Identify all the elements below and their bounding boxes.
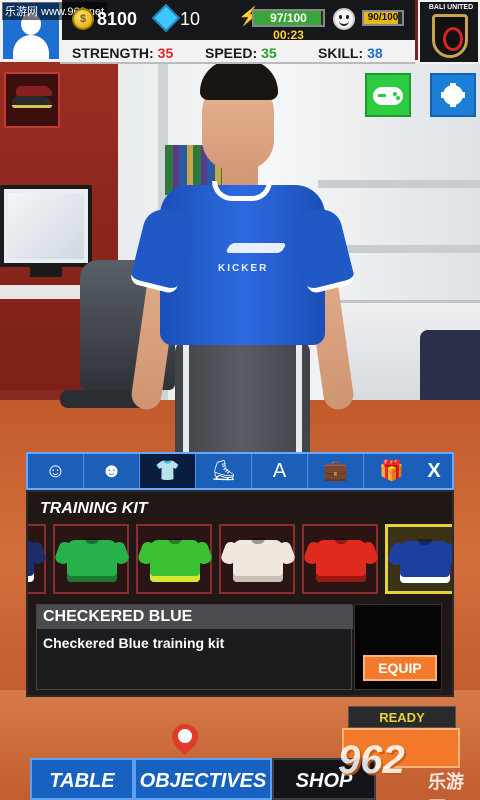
kit-name: CHECKERED BLUE (37, 605, 353, 629)
kit-item[interactable] (219, 524, 295, 594)
kit-section-title: TRAINING KIT (40, 500, 148, 517)
beard-face-icon: ☻ (100, 460, 123, 482)
kit-item[interactable] (53, 524, 129, 594)
briefcase-icon: 💼 (323, 460, 348, 482)
avatar-body-icon (13, 35, 49, 59)
corner-watermark: 962 乐游网 (338, 738, 480, 800)
boot-icon (16, 86, 52, 96)
boots-button[interactable] (4, 72, 60, 128)
watermark-number: 962 (338, 738, 405, 782)
kit-item[interactable] (302, 524, 378, 594)
tab-accessories[interactable]: 💼 (308, 454, 364, 488)
kit-description: Checkered Blue training kit (43, 635, 225, 651)
club-name: BALI UNITED (428, 4, 474, 11)
equip-button[interactable]: EQUIP (363, 655, 437, 681)
boot-icon (12, 96, 52, 108)
equip-area: EQUIP (354, 604, 442, 690)
tab-shirt[interactable]: 👕 (140, 454, 196, 488)
stat-label: SPEED: (205, 45, 258, 61)
kit-carousel[interactable] (28, 524, 452, 594)
mood-smile-icon (333, 8, 355, 30)
shirt-logo-icon (225, 243, 287, 253)
coin-icon: $ (72, 8, 94, 30)
pants-stripe (296, 340, 302, 470)
club-crest-icon (432, 14, 468, 58)
jersey-icon (316, 540, 366, 582)
kit-panel: TRAINING KIT CHECKERED BLUE Checkered Bl… (26, 490, 454, 697)
stat-value: 38 (367, 45, 383, 61)
jersey-icon (233, 540, 283, 582)
jersey-icon (67, 540, 117, 582)
jersey-icon (28, 540, 34, 582)
close-button[interactable]: X (416, 454, 452, 488)
jersey-icon (400, 541, 450, 583)
player-character: KICKER (129, 60, 356, 470)
stat-label: STRENGTH: (72, 45, 154, 61)
pants-stripe (183, 340, 189, 470)
pants-icon: A (272, 460, 287, 482)
customization-panel: ☺ ☻ 👕 ⛸ A 💼 🎁 X TRAINING KIT CHECKERED B… (26, 452, 454, 697)
jersey-icon (150, 540, 200, 582)
boot-icon: ⛸ (210, 460, 237, 482)
category-tabs: ☺ ☻ 👕 ⛸ A 💼 🎁 X (26, 452, 454, 490)
gem-count: 10 (180, 9, 201, 29)
mood-bar: 90/100 (362, 10, 404, 26)
tab-kit-bag[interactable]: 🎁 (364, 454, 420, 488)
kit-item[interactable] (136, 524, 212, 594)
stat-label: SKILL: (318, 45, 364, 61)
player-hair (200, 60, 278, 100)
location-pin-icon (166, 718, 204, 756)
kit-info-box: CHECKERED BLUE Checkered Blue training k… (36, 604, 353, 690)
stat-skill: SKILL: 38 (318, 45, 383, 61)
face-icon: ☺ (45, 460, 66, 482)
football-icon (178, 729, 192, 743)
stat-speed: SPEED: 35 (205, 45, 277, 61)
mood-value: 90/100 (367, 12, 399, 23)
settings-button[interactable] (430, 73, 476, 117)
stat-strength: STRENGTH: 35 (72, 45, 173, 61)
monitor-screen (8, 193, 84, 259)
gear-icon (441, 83, 465, 107)
tab-beard[interactable]: ☻ (84, 454, 140, 488)
ready-label: READY (348, 706, 456, 728)
tab-face[interactable]: ☺ (28, 454, 84, 488)
shirt-collar (212, 181, 272, 201)
nav-objectives[interactable]: OBJECTIVES (134, 758, 272, 800)
shirt-icon: 👕 (155, 460, 180, 482)
energy-value: 97/100 (270, 11, 307, 25)
gamepad-icon (373, 87, 403, 105)
club-badge[interactable]: BALI UNITED (418, 0, 480, 64)
stat-value: 35 (157, 45, 174, 61)
tab-pants[interactable]: A (252, 454, 308, 488)
energy-timer: 00:23 (273, 28, 304, 42)
watermark-text: 乐游网 (428, 772, 464, 800)
nav-table[interactable]: TABLE (30, 758, 134, 800)
shirt-text: KICKER (218, 263, 269, 274)
kit-item[interactable] (28, 524, 46, 594)
play-game-button[interactable] (365, 73, 411, 117)
energy-bar: 97/100 (252, 9, 325, 27)
top-hud: 乐游网 www.962.net $ 8100 10 ⚡ 97/100 00:23… (0, 0, 480, 64)
player-shirt: KICKER (160, 181, 325, 345)
player-pants (175, 340, 310, 470)
computer-monitor (0, 185, 92, 267)
coin-count: 8100 (97, 9, 138, 29)
monitor-stand (30, 267, 62, 277)
kit-bag-icon: 🎁 (379, 460, 404, 482)
kit-item[interactable] (385, 524, 452, 594)
tab-boots[interactable]: ⛸ (196, 454, 252, 488)
stat-value: 35 (261, 45, 277, 61)
